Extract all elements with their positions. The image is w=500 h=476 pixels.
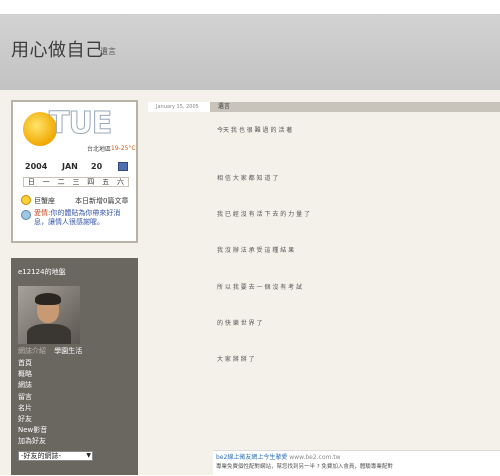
nav-item-home[interactable]: 首頁 — [18, 358, 47, 369]
ad-banner[interactable]: be2線上徵友網上今生摯愛 www.be2.com.tw 專業免費個性配對網站，… — [213, 450, 500, 476]
smiley-icon — [21, 195, 31, 205]
weekday-thu[interactable]: 四 — [87, 177, 94, 187]
nav-item-friends[interactable]: 好友 — [18, 414, 47, 425]
love-icon — [21, 210, 31, 220]
nav-item-overview[interactable]: 概略 — [18, 369, 47, 380]
blog-header: 用心做自己 遺言 — [0, 14, 500, 90]
blog-page: 用心做自己 遺言 TUE 台北地區 19-25°C 2004 JAN 20 日 … — [0, 0, 500, 476]
love-tip: 愛情:你的體貼為你帶來好消息，讓情人很感謝喔。 — [21, 209, 133, 239]
post-line: 大 家 掰 掰 了 — [217, 356, 255, 363]
nav-item-add-friend[interactable]: 加為好友 — [18, 436, 47, 447]
post-date: January 15, 2005 — [148, 102, 210, 112]
post-line: 我 沒 辦 法 承 受 這 種 結 果 — [217, 247, 295, 254]
weekday-tue[interactable]: 二 — [58, 177, 65, 187]
blog-subtitle: 遺言 — [100, 47, 116, 56]
horoscope-row: 巨蟹座 本日新增0篇文章 — [21, 195, 133, 207]
tip-category: 愛情: — [34, 209, 51, 217]
post-line: 相 信 大 家 都 知 道 了 — [217, 175, 279, 182]
weekday-wed[interactable]: 三 — [72, 177, 79, 187]
year-label: 2004 — [25, 162, 48, 171]
ad-url[interactable]: www.be2.com.tw — [289, 454, 340, 461]
profile-name: e12124的地盤 — [18, 268, 66, 276]
post-title[interactable]: 遺言 — [218, 102, 230, 112]
nav-item-video[interactable]: New影音 — [18, 425, 47, 436]
tab-blog-intro[interactable]: 網誌介紹 — [18, 347, 46, 355]
weekday-sun[interactable]: 日 — [28, 177, 35, 187]
weekday-mon[interactable]: 一 — [43, 177, 50, 187]
month-label: JAN — [62, 162, 78, 171]
tip-text-block: 愛情:你的體貼為你帶來好消息，讓情人很感謝喔。 — [34, 209, 133, 227]
city-label: 台北地區 — [87, 146, 112, 153]
post-line: 我 已 經 沒 有 活 下 去 的 力 量 了 — [217, 211, 310, 218]
post-line: 所 以 我 要 去 一 個 沒 有 考 試 — [217, 284, 303, 291]
post-title-bar — [210, 102, 500, 112]
today-posts-label: 本日新增0篇文章 — [75, 197, 129, 205]
avatar-shirt — [27, 324, 71, 344]
nav-item-guestbook[interactable]: 留言 — [18, 392, 47, 403]
ad-headline-row: be2線上徵友網上今生摯愛 www.be2.com.tw — [216, 452, 341, 461]
profile-panel: e12124的地盤 網誌介紹 學園生活 首頁 概略 網誌 留言 名片 好友 Ne… — [11, 258, 138, 475]
avatar[interactable] — [18, 286, 80, 344]
calendar-icon[interactable] — [118, 162, 128, 171]
friends-blog-select-value: -好友的網誌- — [21, 452, 62, 460]
post-line: 今天 我 也 很 難 過 的 活 著 — [217, 127, 293, 134]
nav-item-card[interactable]: 名片 — [18, 403, 47, 414]
date-row: 2004 JAN 20 — [25, 162, 129, 172]
avatar-hair — [35, 293, 61, 305]
weekday-strip: 日 一 二 三 四 五 六 — [23, 177, 129, 187]
date-label: 20 — [91, 162, 103, 171]
ad-text[interactable]: 專業免費個性配對網站，幫您找到另一半 ? 免費加入會員，體驗專業配對 — [216, 462, 393, 470]
temperature-label: 19-25°C — [111, 145, 136, 152]
calendar-widget: TUE 台北地區 19-25°C 2004 JAN 20 日 一 二 三 四 五… — [11, 100, 138, 243]
weekday-fri[interactable]: 五 — [102, 177, 109, 187]
chevron-down-icon: ▼ — [86, 452, 91, 459]
post-line: 的 快 樂 世 界 了 — [217, 320, 263, 327]
ad-headline[interactable]: be2線上徵友網上今生摯愛 — [216, 454, 287, 461]
profile-nav: 首頁 概略 網誌 留言 名片 好友 New影音 加為好友 — [18, 358, 47, 448]
tab-school-life[interactable]: 學園生活 — [54, 347, 82, 355]
weekday-label: TUE — [48, 106, 112, 142]
friends-blog-select[interactable]: -好友的網誌- ▼ — [18, 451, 93, 461]
weekday-sat[interactable]: 六 — [117, 177, 124, 187]
profile-tabs: 網誌介紹 學園生活 — [18, 346, 82, 356]
star-sign-label[interactable]: 巨蟹座 — [34, 196, 55, 206]
blog-title[interactable]: 用心做自己 — [11, 36, 104, 62]
nav-item-blog[interactable]: 網誌 — [18, 380, 47, 391]
